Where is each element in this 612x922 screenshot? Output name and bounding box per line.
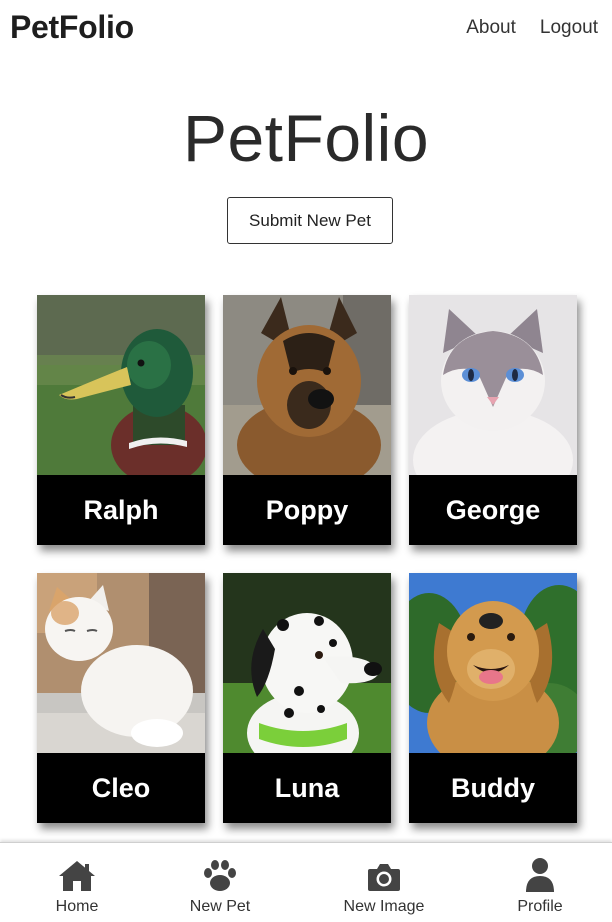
top-navbar: PetFolio About Logout xyxy=(0,0,612,60)
tab-profile[interactable]: Profile xyxy=(508,843,572,922)
tab-label: New Image xyxy=(343,898,425,915)
pet-name: Luna xyxy=(274,773,340,803)
paw-icon xyxy=(200,853,240,893)
pet-name: Ralph xyxy=(83,495,159,525)
tab-home[interactable]: Home xyxy=(47,843,107,922)
pet-card-poppy[interactable]: Poppy xyxy=(223,295,391,545)
page-title: PetFolio xyxy=(182,101,430,175)
pet-card-cleo[interactable]: Cleo xyxy=(37,573,205,823)
pet-card-george[interactable]: George xyxy=(409,295,577,545)
tab-label: New Pet xyxy=(189,898,251,915)
ragdoll-cat-photo xyxy=(409,295,577,475)
pet-name: George xyxy=(445,495,541,525)
tab-label: Home xyxy=(55,898,99,915)
tab-new-pet[interactable]: New Pet xyxy=(180,843,260,922)
user-icon xyxy=(520,853,560,893)
duck-photo xyxy=(37,295,205,475)
pet-card-buddy[interactable]: Buddy xyxy=(409,573,577,823)
german-shepherd-photo xyxy=(223,295,391,475)
golden-retriever-photo xyxy=(409,573,577,753)
pet-card-luna[interactable]: Luna xyxy=(223,573,391,823)
pet-card-ralph[interactable]: Ralph xyxy=(37,295,205,545)
white-cat-photo xyxy=(37,573,205,753)
home-icon xyxy=(57,853,97,893)
dalmatian-photo xyxy=(223,573,391,753)
bottom-tab-bar: Home New Pet New Image Profile xyxy=(0,842,612,922)
pet-name: Buddy xyxy=(451,773,535,803)
pet-name: Cleo xyxy=(91,773,151,803)
about-link[interactable]: About xyxy=(466,17,516,39)
submit-new-pet-button[interactable]: Submit New Pet xyxy=(227,197,393,244)
tab-new-image[interactable]: New Image xyxy=(336,843,432,922)
camera-icon xyxy=(364,853,404,893)
brand-logo[interactable]: PetFolio xyxy=(10,9,134,46)
tab-label: Profile xyxy=(517,898,563,915)
nav-links: About Logout xyxy=(466,17,598,39)
pet-grid: Ralph Poppy George Cleo Luna Buddy xyxy=(37,295,578,823)
pet-name: Poppy xyxy=(265,495,349,525)
logout-link[interactable]: Logout xyxy=(540,17,598,39)
